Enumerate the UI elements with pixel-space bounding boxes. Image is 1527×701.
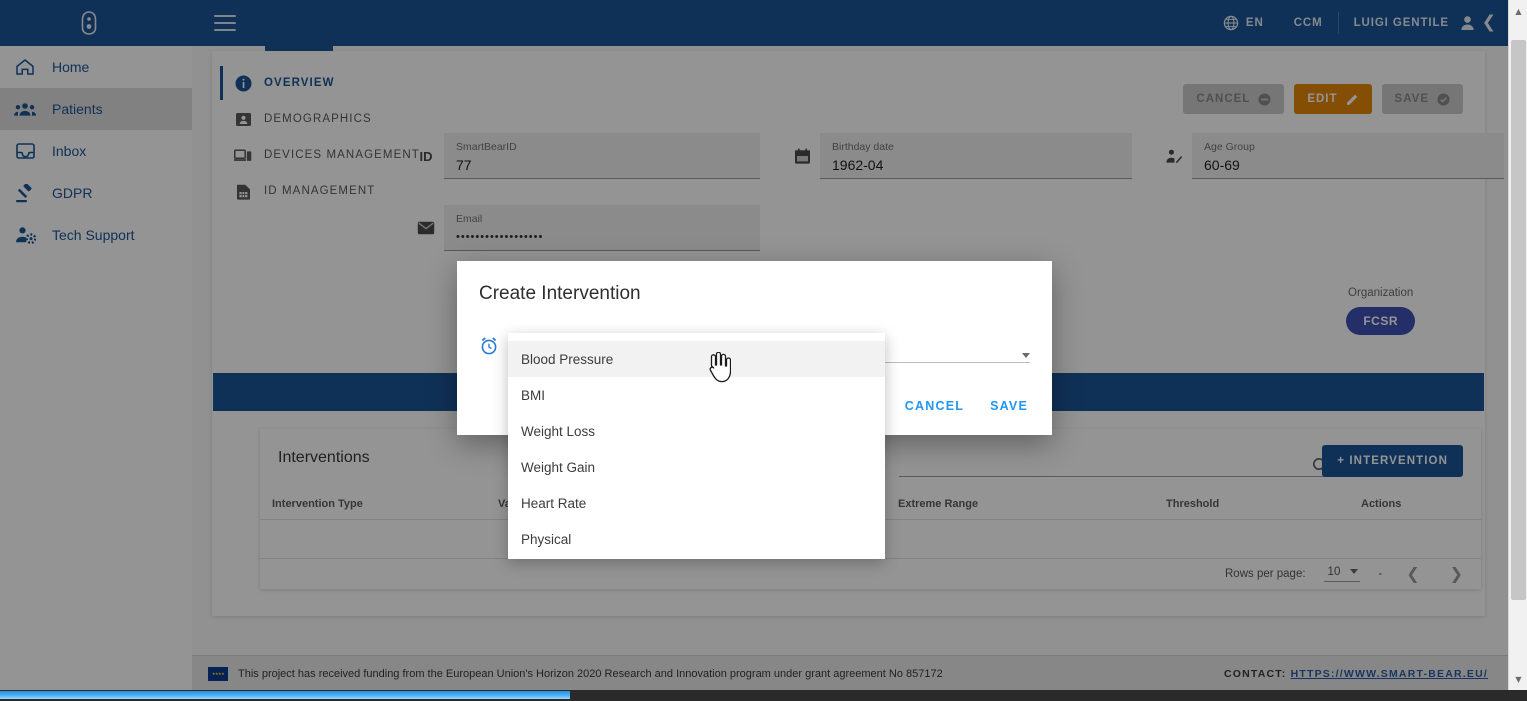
- dropdown-option-heart-rate[interactable]: Heart Rate: [508, 485, 885, 521]
- application-window: ❮ EN CCM LUIGI GENTILE Home Patients Inb…: [0, 0, 1527, 701]
- vertical-scrollbar-thumb[interactable]: [1511, 40, 1526, 600]
- dialog-actions: CANCEL SAVE: [905, 399, 1028, 413]
- intervention-type-dropdown: Blood Pressure BMI Weight Loss Weight Ga…: [508, 333, 885, 559]
- alarm-clock-icon: [479, 336, 499, 356]
- dropdown-option-weight-loss[interactable]: Weight Loss: [508, 413, 885, 449]
- dialog-title: Create Intervention: [479, 283, 641, 304]
- dialog-cancel-button[interactable]: CANCEL: [905, 399, 964, 413]
- scroll-up-icon[interactable]: ▲: [1509, 2, 1527, 20]
- dialog-save-button[interactable]: SAVE: [990, 399, 1028, 413]
- scroll-down-icon[interactable]: ▼: [1509, 670, 1527, 688]
- dropdown-option-bmi[interactable]: BMI: [508, 377, 885, 413]
- dropdown-option-weight-gain[interactable]: Weight Gain: [508, 449, 885, 485]
- horizontal-scrollbar-thumb[interactable]: [0, 691, 570, 699]
- dropdown-option-physical[interactable]: Physical: [508, 521, 885, 557]
- chevron-down-icon: [1022, 353, 1030, 358]
- dropdown-option-blood-pressure[interactable]: Blood Pressure: [508, 341, 885, 377]
- vertical-scrollbar[interactable]: ▲ ▼: [1508, 0, 1527, 690]
- horizontal-scrollbar[interactable]: [0, 690, 1527, 701]
